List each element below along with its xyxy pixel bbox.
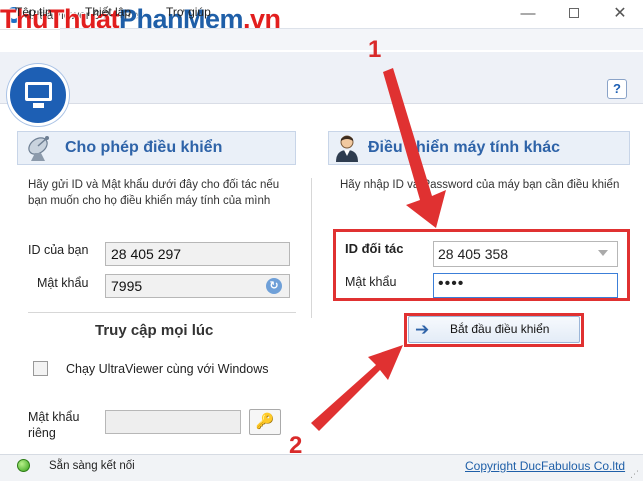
status-text: Sẵn sàng kết nối xyxy=(49,460,135,472)
help-button[interactable]: ? xyxy=(607,79,627,99)
close-button[interactable]: ✕ xyxy=(597,0,643,30)
status-indicator-icon xyxy=(17,459,30,472)
start-control-label[interactable]: Bắt đầu điều khiển xyxy=(450,322,549,336)
monitor-icon xyxy=(7,64,69,126)
dropdown-arrow-icon[interactable] xyxy=(598,250,608,256)
step-number-1: 1 xyxy=(368,36,382,63)
control-other-description: Hãy nhập ID và Password của máy bạn cần … xyxy=(340,179,620,191)
annotation-arrow-2 xyxy=(311,345,403,431)
menu-help[interactable]: Trợ giúp xyxy=(166,5,211,19)
partner-id-input[interactable]: 28 405 358 xyxy=(433,241,618,267)
allow-control-description: Hãy gửi ID và Mật khẩu dưới đây cho đối … xyxy=(28,179,280,207)
private-password-label: Mật khẩu riêng xyxy=(28,409,86,441)
set-password-button[interactable]: 🔑 xyxy=(249,409,281,435)
arrow-right-icon: ➔ xyxy=(415,320,430,339)
allow-control-title: Cho phép điều khiển xyxy=(65,139,223,156)
copyright-link[interactable]: Copyright DucFabulous Co.ltd xyxy=(465,459,625,473)
always-access-title: Truy cập mọi lúc xyxy=(95,322,214,339)
user-icon xyxy=(336,135,358,162)
refresh-icon[interactable]: ↻ xyxy=(266,278,282,294)
partner-password-input[interactable]: •••• xyxy=(433,273,618,298)
panel-divider xyxy=(311,178,312,318)
your-password-field[interactable]: 7995 xyxy=(105,274,290,298)
control-other-title: Điều khiển máy tính khác xyxy=(368,139,561,156)
minimize-button[interactable]: — xyxy=(505,0,551,30)
maximize-button[interactable] xyxy=(551,0,597,30)
your-id-label: ID của bạn xyxy=(28,243,89,257)
section-divider xyxy=(28,312,296,313)
partner-password-label: Mật khẩu xyxy=(345,275,397,289)
key-icon: 🔑 xyxy=(255,413,275,430)
satellite-dish-icon xyxy=(28,136,49,161)
your-password-label: Mật khẩu xyxy=(37,276,89,290)
partner-id-label: ID đối tác xyxy=(345,241,404,256)
resize-grip[interactable]: ⋰ xyxy=(630,469,639,480)
header-strip xyxy=(60,28,643,50)
private-password-label-text: Mật khẩu riêng xyxy=(28,410,80,440)
private-password-field[interactable] xyxy=(105,410,241,434)
startup-checkbox[interactable] xyxy=(33,361,48,376)
header-band xyxy=(0,52,643,104)
startup-label[interactable]: Chạy UltraViewer cùng với Windows xyxy=(66,362,268,376)
your-id-field[interactable]: 28 405 297 xyxy=(105,242,290,266)
menu-settings[interactable]: Thiết lập xyxy=(85,5,131,19)
menu-file[interactable]: Tệp tin xyxy=(15,5,52,19)
maximize-icon xyxy=(569,8,579,18)
